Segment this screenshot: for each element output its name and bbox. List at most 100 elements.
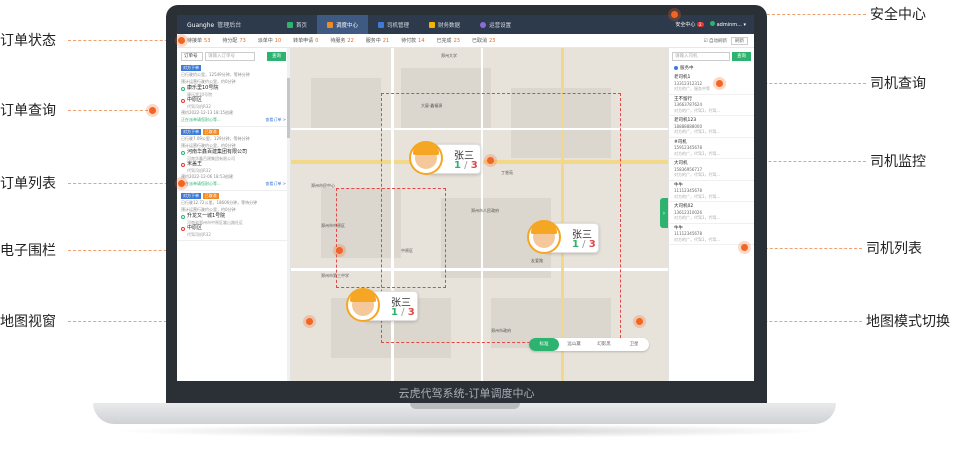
dispatch-icon	[327, 21, 334, 28]
map-label: 友爱路	[531, 258, 543, 263]
callout-dot	[741, 244, 748, 251]
status-tab[interactable]: 待付款 14	[395, 37, 430, 44]
order-list-panel: 订单号 请输入订单号 查询 对方下单 已行驶约公里，12549分钟，等待分钟 预…	[177, 48, 291, 381]
geo-fence[interactable]	[336, 188, 446, 288]
driver-marker[interactable]: 张三 1 / 3	[527, 220, 603, 254]
map-label: 郑州市民中心	[311, 183, 335, 188]
map-label: 大厦·鑫福源	[421, 103, 443, 108]
driver-row[interactable]: 大司机 15836956717 对方的广，代驾1，代驾...	[669, 159, 754, 181]
nav-home[interactable]: 首页	[277, 15, 317, 34]
callout-dot	[178, 37, 185, 44]
driver-row-desc: 对方的广，代驾1，代驾...	[674, 107, 721, 113]
origin-icon	[181, 214, 185, 219]
map-mode-satellite[interactable]: 卫星	[619, 338, 649, 351]
callout-dot	[178, 180, 185, 187]
callout-driver-list: 司机列表	[866, 241, 922, 257]
driver-order-count: 1 / 3	[454, 160, 478, 171]
order-from: 康乐里10号院	[181, 85, 286, 92]
map-block	[311, 78, 381, 128]
destination-icon	[181, 162, 185, 167]
map-mode-dark[interactable]: 幻影黑	[589, 338, 619, 351]
driver-row-desc: 对方的广，代驾1，代驾...	[674, 150, 721, 156]
status-tab[interactable]: 已取消 23	[466, 37, 501, 44]
status-tab[interactable]: 待分配 73	[216, 37, 251, 44]
callout-dot	[149, 107, 156, 114]
callout-order-status: 订单状态	[0, 33, 56, 49]
order-status: 正在派单请您耐心等... 查看订单 >	[181, 117, 286, 123]
status-dot-icon	[674, 66, 678, 70]
driver-avatar	[409, 141, 443, 175]
driver-row[interactable]: 牛牛 11112345678 对方的广，代驾1，代驾...	[669, 224, 754, 245]
refresh-button[interactable]: 刷新	[731, 36, 748, 45]
driver-status-filter[interactable]: 服务中	[669, 63, 754, 73]
driver-row[interactable]: 大司机02 13612310026 对方的广，代驾1，代驾...	[669, 202, 754, 224]
laptop-notch	[410, 403, 520, 409]
driver-marker[interactable]: 张三 1 / 3	[346, 288, 422, 322]
map-label: 郑州大学	[441, 53, 457, 58]
nav-dispatch[interactable]: 调度中心	[317, 15, 369, 34]
view-order-link[interactable]: 查看订单 >	[265, 181, 286, 187]
auto-refresh-checkbox[interactable]: ☑ 自动刷新	[704, 38, 727, 44]
order-search-button[interactable]: 查询	[267, 52, 286, 61]
user-menu[interactable]: adminm... ▾	[709, 21, 746, 28]
nav-drivers[interactable]: 司机管理	[368, 15, 419, 34]
order-meta: 已行驶约公里，12549分钟，等待分钟	[181, 72, 250, 77]
app-screen: Guanghe 管理后台 首页 调度中心 司机管理 财务数据 运营设置 安全中心 …	[177, 15, 754, 381]
home-icon	[287, 21, 293, 28]
callout-dot	[716, 80, 723, 87]
order-meta: 已行驶12.72公里，18606分钟，等待分钟	[181, 200, 258, 205]
driver-row[interactable]: 老司机1 13312312312 对方的广，服务中等	[669, 73, 754, 95]
map-label: 郑州市第三中学	[321, 273, 349, 278]
driver-search-input[interactable]: 请输入司机	[672, 52, 730, 61]
map-label: 郑州市中原区	[321, 223, 345, 228]
map-view[interactable]: 郑州大学 大厦·鑫福源 郑州市民中心 郑州市中原区 丁香苑 郑州市人民政府 友爱…	[291, 48, 668, 381]
view-order-link[interactable]: 查看订单 >	[265, 117, 286, 123]
order-list-scrollbar[interactable]	[287, 48, 290, 381]
order-item[interactable]: 对方下单 已取消 已行驶12.72公里，18606分钟，等待分钟 预计运营行驶约…	[177, 191, 290, 241]
status-tab[interactable]: 转单申请 0	[287, 37, 324, 44]
map-mode-daimountain[interactable]: 远山黛	[559, 338, 589, 351]
driver-row[interactable]: 老司机123 18888888000 对方的广，代驾1，代驾...	[669, 116, 754, 138]
map-label: 郑州市人民政府	[471, 208, 499, 213]
callout-driver-monitor: 司机监控	[870, 154, 926, 170]
driver-search-button[interactable]: 查询	[732, 52, 751, 61]
order-search-input[interactable]: 请输入订单号	[205, 52, 255, 61]
order-tag: 对方下单	[181, 65, 201, 71]
callout-line	[68, 40, 178, 41]
driver-row[interactable]: 王不留行 13663787624 对方的广，代驾1，代驾...	[669, 95, 754, 116]
driver-row[interactable]: #司机 15912345678 对方的广，代驾1，代驾...	[669, 138, 754, 159]
security-center-link[interactable]: 安全中心 2	[675, 21, 704, 28]
nav-finance[interactable]: 财务数据	[419, 15, 470, 34]
driver-list-panel: 请输入司机 查询 服务中 老司机1 13312312312 对方的广，服务中等 王不…	[668, 48, 754, 381]
panel-collapse-toggle[interactable]: ›	[660, 198, 668, 228]
callout-dot	[306, 318, 313, 325]
order-tag-cancelled: 已取消	[202, 129, 219, 135]
order-time: 预约2022-12-13 18:15创建	[181, 110, 234, 115]
order-to: 米盖王	[181, 161, 286, 168]
order-search: 订单号 请输入订单号 查询	[177, 48, 290, 63]
driver-marker[interactable]: 张三 1 / 3	[409, 141, 485, 175]
order-meta: 已行驶7.09公里，129分钟，等待分钟	[181, 136, 250, 141]
order-search-type-select[interactable]: 订单号	[181, 52, 203, 61]
status-tab[interactable]: 派单中 10	[252, 37, 287, 44]
status-tab[interactable]: 待服务 22	[324, 37, 359, 44]
scroll-thumb[interactable]	[287, 78, 290, 138]
map-mode-standard[interactable]: 标准	[529, 338, 559, 351]
order-tag: 对方下单	[181, 193, 201, 199]
order-item[interactable]: 对方下单 已取消 已行驶7.09公里，129分钟，等待分钟 预计运营行驶约公里，…	[177, 127, 290, 191]
callout-order-list: 订单列表	[0, 176, 56, 192]
order-item[interactable]: 对方下单 已行驶约公里，12549分钟，等待分钟 预计运营行驶约公里，约0分钟 …	[177, 63, 290, 127]
driver-row-desc: 对方的广，代驾1，代驾...	[674, 193, 721, 199]
callout-dot	[336, 247, 343, 254]
map-mode-switch: 标准 远山黛 幻影黑 卫星	[529, 338, 649, 351]
callout-line	[68, 110, 148, 111]
brand-logo: Guanghe 管理后台	[187, 22, 242, 29]
status-tab[interactable]: 待接单 53	[181, 37, 216, 44]
callout-order-query: 订单查询	[0, 103, 56, 119]
driver-row[interactable]: 牛牛 11112345678 对方的广，代驾1，代驾...	[669, 181, 754, 202]
status-tab[interactable]: 已完成 23	[431, 37, 466, 44]
nav-settings[interactable]: 运营设置	[470, 15, 521, 34]
callout-driver-query: 司机查询	[870, 76, 926, 92]
driver-search: 请输入司机 查询	[669, 48, 754, 63]
status-tab[interactable]: 服务中 21	[360, 37, 395, 44]
